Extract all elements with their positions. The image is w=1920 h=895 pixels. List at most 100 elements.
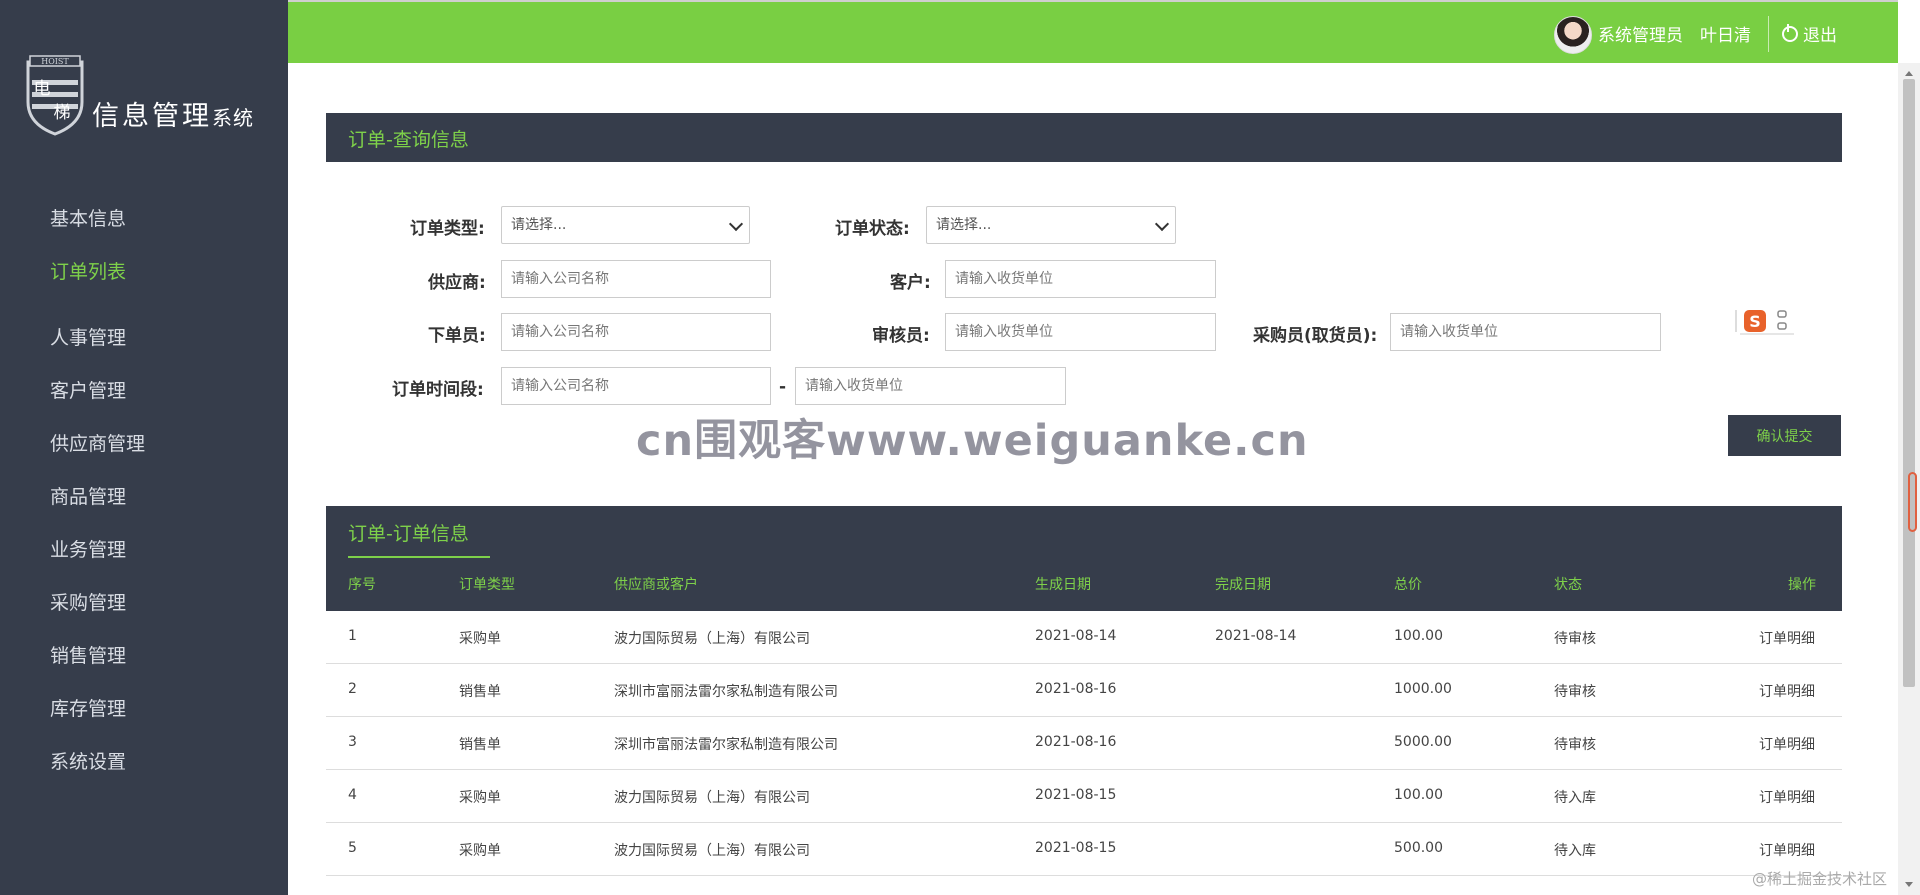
cell-type: 销售单 [459, 737, 501, 753]
order-time-label: 订单时间段: [392, 380, 484, 400]
reviewer-input[interactable] [945, 313, 1216, 351]
cell-no: 4 [348, 787, 357, 803]
column-header-total[interactable]: 总价 [1394, 574, 1422, 594]
cell-type: 销售单 [459, 684, 501, 700]
cell-total: 500.00 [1394, 840, 1443, 856]
cell-completed: 2021-08-14 [1215, 628, 1297, 644]
cell-created: 2021-08-16 [1035, 681, 1117, 697]
watermark-text: cn围观客www.weiguanke.cn [636, 416, 1309, 466]
svg-text:HOIST: HOIST [41, 57, 69, 66]
order-type-select[interactable]: 请选择... [501, 206, 750, 244]
brand-name: 信息管理系统 [92, 94, 254, 133]
cell-party: 波力国际贸易（上海）有限公司 [614, 631, 810, 647]
sidebar-item-business[interactable]: 业务管理 [50, 535, 126, 562]
column-header-action[interactable]: 操作 [1788, 574, 1816, 594]
user-role: 系统管理员 [1598, 26, 1683, 46]
cell-no: 2 [348, 681, 357, 697]
sidebar-item-products[interactable]: 商品管理 [50, 482, 126, 509]
ime-toolbar-icon[interactable]: S [1734, 306, 1796, 336]
buyer-input[interactable] [1390, 313, 1661, 351]
order-detail-link[interactable]: 订单明细 [1759, 734, 1815, 754]
cell-status: 待入库 [1554, 790, 1596, 806]
svg-text:电: 电 [34, 79, 51, 99]
column-header-no[interactable]: 序号 [348, 574, 376, 594]
svg-text:S: S [1749, 312, 1761, 331]
table-row: 5 采购单 波力国际贸易（上海）有限公司 2021-08-15 500.00 待… [326, 823, 1842, 876]
time-range-separator: - [779, 377, 787, 397]
sidebar-item-suppliers[interactable]: 供应商管理 [50, 429, 145, 456]
site-watermark: @稀土掘金技术社区 [1752, 870, 1888, 888]
order-status-label: 订单状态: [835, 219, 910, 239]
scrollbar-thumb[interactable] [1903, 79, 1915, 687]
scroll-marker [1908, 472, 1917, 532]
cell-created: 2021-08-14 [1035, 628, 1117, 644]
query-panel-header: 订单-查询信息 [326, 113, 1842, 162]
order-time-start-input[interactable] [501, 367, 771, 405]
logout-button[interactable]: 退出 [1782, 21, 1837, 46]
sidebar: HOIST 电 梯 信息管理系统 基本信息 订单列表 人事管理 客户管理 供应商… [0, 0, 288, 895]
cell-type: 采购单 [459, 843, 501, 859]
scroll-down-icon[interactable] [1905, 882, 1913, 887]
cell-status: 待审核 [1554, 684, 1596, 700]
sidebar-item-sales[interactable]: 销售管理 [50, 641, 126, 668]
sidebar-item-customers[interactable]: 客户管理 [50, 376, 126, 403]
cell-party: 波力国际贸易（上海）有限公司 [614, 790, 810, 806]
topbar-divider [1768, 16, 1769, 52]
column-header-completed[interactable]: 完成日期 [1215, 574, 1271, 594]
table-row: 2 销售单 深圳市富丽法雷尔家私制造有限公司 2021-08-16 1000.0… [326, 664, 1842, 717]
column-header-party[interactable]: 供应商或客户 [614, 574, 698, 594]
sidebar-item-settings[interactable]: 系统设置 [50, 747, 126, 774]
table-row: 4 采购单 波力国际贸易（上海）有限公司 2021-08-15 100.00 待… [326, 770, 1842, 823]
logout-label: 退出 [1803, 26, 1837, 46]
cell-type: 采购单 [459, 790, 501, 806]
avatar[interactable] [1554, 16, 1592, 54]
cell-created: 2021-08-16 [1035, 734, 1117, 750]
sidebar-item-order-list[interactable]: 订单列表 [50, 257, 126, 284]
scroll-up-icon[interactable] [1905, 71, 1913, 76]
brand-name-main: 信息管理 [92, 101, 212, 132]
cell-created: 2021-08-15 [1035, 840, 1117, 856]
table-row: 3 销售单 深圳市富丽法雷尔家私制造有限公司 2021-08-16 5000.0… [326, 717, 1842, 770]
cell-total: 100.00 [1394, 787, 1443, 803]
cell-no: 5 [348, 840, 357, 856]
elevator-emblem-icon: HOIST 电 梯 [26, 55, 84, 136]
sidebar-item-hr[interactable]: 人事管理 [50, 323, 126, 350]
top-bar: 系统管理员 叶日清 退出 [288, 0, 1898, 63]
cell-no: 3 [348, 734, 357, 750]
user-name[interactable]: 叶日清 [1700, 21, 1751, 46]
submit-button[interactable]: 确认提交 [1728, 415, 1841, 456]
table-header: 序号 订单类型 供应商或客户 生成日期 完成日期 总价 状态 操作 [326, 558, 1842, 611]
cell-created: 2021-08-15 [1035, 787, 1117, 803]
customer-input[interactable] [945, 260, 1216, 298]
cell-status: 待审核 [1554, 737, 1596, 753]
order-detail-link[interactable]: 订单明细 [1759, 681, 1815, 701]
cell-party: 波力国际贸易（上海）有限公司 [614, 843, 810, 859]
cell-party: 深圳市富丽法雷尔家私制造有限公司 [614, 684, 838, 700]
brand-name-small: 系统 [212, 106, 254, 130]
sidebar-item-inventory[interactable]: 库存管理 [50, 694, 126, 721]
svg-text:梯: 梯 [54, 103, 71, 123]
cell-type: 采购单 [459, 631, 501, 647]
order-detail-link[interactable]: 订单明细 [1759, 840, 1815, 860]
order-type-label: 订单类型: [410, 219, 485, 239]
order-detail-link[interactable]: 订单明细 [1759, 628, 1815, 648]
table-row: 1 采购单 波力国际贸易（上海）有限公司 2021-08-14 2021-08-… [326, 611, 1842, 664]
cell-status: 待审核 [1554, 631, 1596, 647]
supplier-input[interactable] [501, 260, 771, 298]
sidebar-item-purchasing[interactable]: 采购管理 [50, 588, 126, 615]
cell-party: 深圳市富丽法雷尔家私制造有限公司 [614, 737, 838, 753]
reviewer-label: 审核员: [872, 326, 930, 346]
column-header-status[interactable]: 状态 [1554, 574, 1582, 594]
orderer-label: 下单员: [428, 326, 486, 346]
brand-logo: HOIST 电 梯 信息管理系统 [22, 52, 272, 142]
column-header-created[interactable]: 生成日期 [1035, 574, 1091, 594]
order-time-end-input[interactable] [795, 367, 1066, 405]
sidebar-item-basic-info[interactable]: 基本信息 [50, 204, 126, 231]
cell-total: 100.00 [1394, 628, 1443, 644]
orderer-input[interactable] [501, 313, 771, 351]
query-panel-title: 订单-查询信息 [348, 129, 469, 151]
order-status-select[interactable]: 请选择... [926, 206, 1176, 244]
column-header-type[interactable]: 订单类型 [459, 574, 515, 594]
cell-no: 1 [348, 628, 357, 644]
order-detail-link[interactable]: 订单明细 [1759, 787, 1815, 807]
